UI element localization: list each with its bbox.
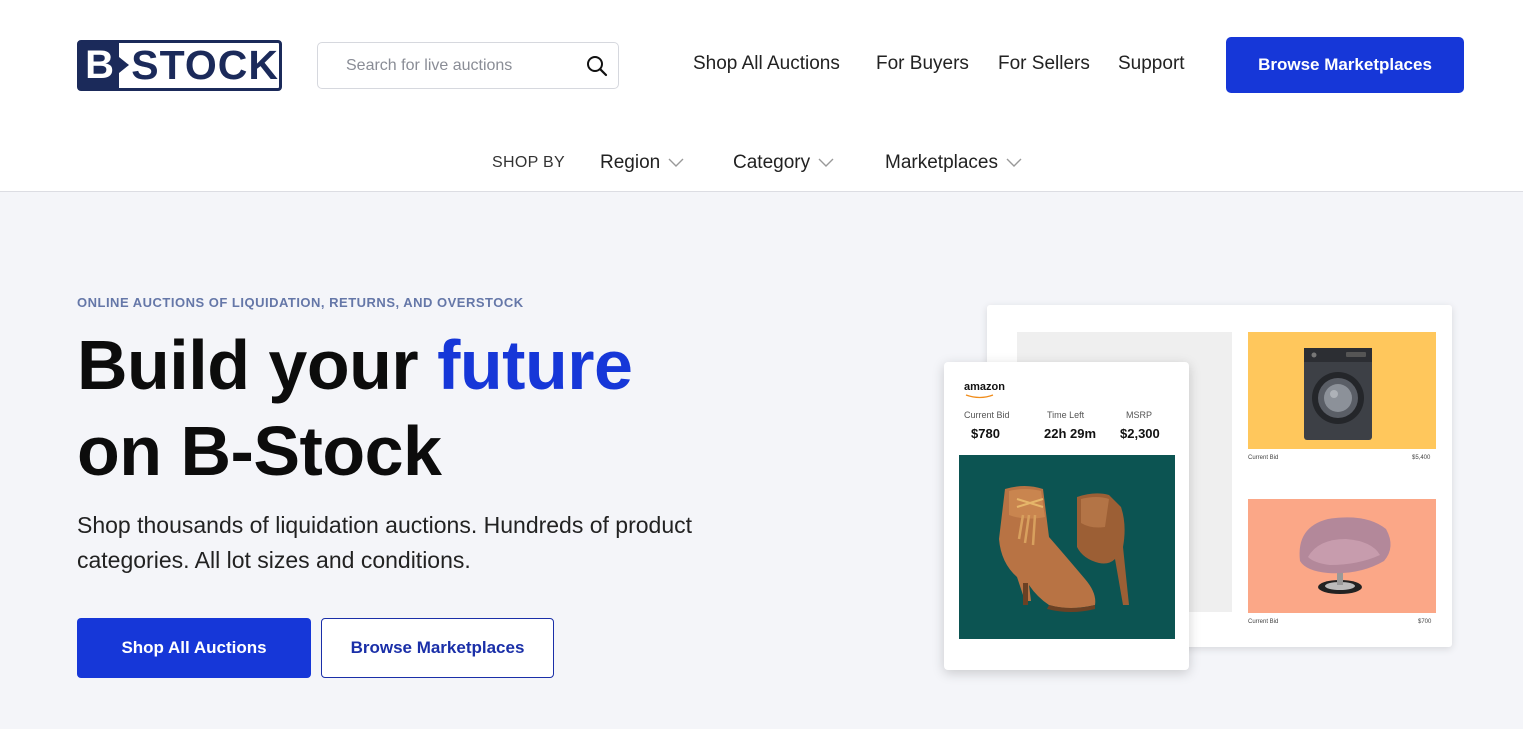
ankle-boots-image	[959, 455, 1175, 639]
logo-wordmark: STOCK	[131, 42, 279, 88]
hero-subtext: Shop thousands of liquidation auctions. …	[77, 512, 693, 573]
current-bid-value: $780	[971, 426, 1000, 441]
msrp-value: $2,300	[1120, 426, 1160, 441]
marketplaces-dropdown-label: Marketplaces	[885, 152, 998, 173]
shop-by-bar: SHOP BY Region Category Marketplaces	[0, 152, 1523, 176]
marketplaces-dropdown[interactable]: Marketplaces	[885, 152, 1022, 174]
logo-b-mark: B	[80, 43, 130, 88]
shop-by-label: SHOP BY	[492, 154, 565, 171]
washing-machine-tile	[1248, 332, 1436, 449]
hero-eyebrow: ONLINE AUCTIONS OF LIQUIDATION, RETURNS,…	[77, 295, 524, 310]
current-bid-label: Current Bid	[964, 410, 1010, 420]
chevron-down-icon	[1006, 158, 1022, 167]
chevron-down-icon	[668, 158, 684, 167]
washing-machine-image	[1304, 348, 1372, 440]
auction-listing-card-front: amazon Current Bid Time Left MSRP $780 2…	[944, 362, 1189, 670]
search-box	[317, 42, 619, 89]
nav-for-buyers[interactable]: For Buyers	[876, 53, 969, 75]
chair-tile	[1248, 499, 1436, 613]
browse-marketplaces-header-button[interactable]: Browse Marketplaces	[1226, 37, 1464, 93]
tile2-value: $700	[1418, 619, 1432, 625]
amazon-smile-icon	[965, 394, 994, 399]
nav-support[interactable]: Support	[1118, 53, 1185, 75]
tile1-caption: Current Bid	[1248, 455, 1279, 461]
hero-headline: Build your future on B-Stock	[77, 322, 777, 494]
chair-image	[1299, 517, 1391, 594]
nav-for-sellers[interactable]: For Sellers	[998, 53, 1090, 75]
region-dropdown-label: Region	[600, 152, 661, 173]
search-input[interactable]	[318, 43, 568, 88]
msrp-label: MSRP	[1126, 410, 1153, 420]
amazon-brand: amazon	[964, 381, 1005, 393]
headline-part1: Build your	[77, 326, 438, 404]
site-header: B STOCK Shop All Auctions For Buyers For…	[0, 0, 1523, 192]
category-dropdown-label: Category	[733, 152, 811, 173]
time-left-label: Time Left	[1047, 410, 1085, 420]
nav-shop-all-auctions[interactable]: Shop All Auctions	[693, 53, 840, 75]
chevron-down-icon	[818, 158, 834, 167]
shop-all-auctions-button[interactable]: Shop All Auctions	[77, 618, 311, 678]
time-left-value: 22h 29m	[1044, 426, 1097, 441]
b-stock-logo[interactable]: B STOCK	[77, 40, 282, 91]
tile1-value: $5,400	[1412, 455, 1431, 461]
headline-part2: on B-Stock	[77, 412, 442, 490]
boots-illustration	[999, 486, 1129, 612]
tile2-caption: Current Bid	[1248, 619, 1279, 625]
search-icon[interactable]	[585, 54, 609, 78]
category-dropdown[interactable]: Category	[733, 152, 834, 174]
headline-highlight: future	[437, 326, 633, 404]
region-dropdown[interactable]: Region	[600, 152, 684, 174]
browse-marketplaces-button[interactable]: Browse Marketplaces	[321, 618, 554, 678]
